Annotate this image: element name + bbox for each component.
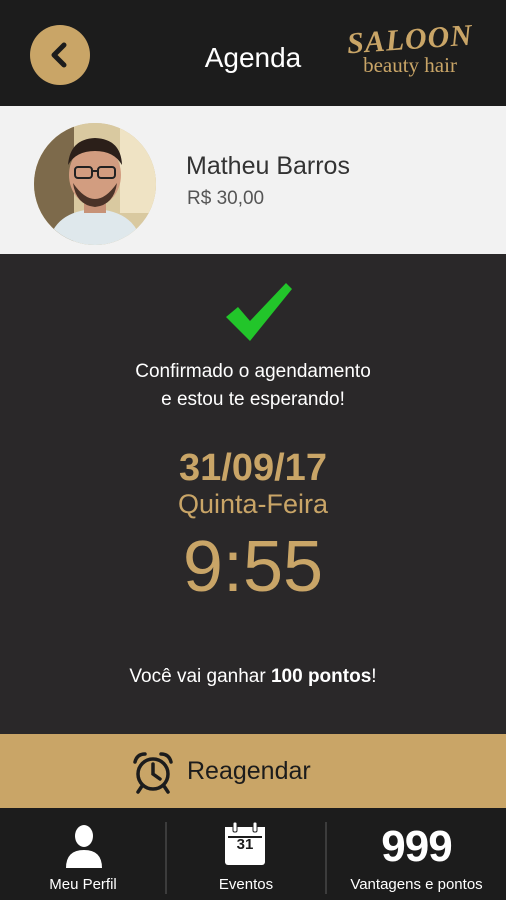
page-title: Agenda [204, 42, 302, 73]
chevron-left-icon [51, 42, 67, 68]
reschedule-button[interactable]: Reagendar [0, 734, 506, 808]
brand-logo: SALOON beauty hair [345, 19, 475, 88]
professional-card: Matheu Barros R$ 30,00 [0, 106, 506, 254]
tab-label-meu-perfil: Meu Perfil [49, 876, 117, 893]
reschedule-label: Reagendar [187, 757, 311, 785]
confirmation-line-2: e estou te esperando! [161, 389, 345, 410]
points-value: 100 pontos [270, 666, 372, 687]
calendar-icon: 31 [224, 822, 266, 866]
service-price: R$ 30,00 [187, 188, 265, 209]
confirmation-line-1: Confirmado o agendamento [135, 361, 371, 382]
confirmation-message: Confirmado o agendamento e estou te espe… [0, 358, 506, 414]
bottom-tab-bar: Meu Perfil 31 Eventos 999 Vantagens e po… [0, 808, 506, 900]
appointment-time: 9:55 [182, 527, 324, 607]
app-header: Agenda SALOON beauty hair [0, 0, 506, 106]
professional-name: Matheu Barros [186, 152, 350, 180]
appointment-weekday: Quinta-Feira [177, 489, 329, 519]
back-button[interactable] [30, 25, 90, 85]
alarm-clock-icon [133, 752, 173, 794]
tab-label-eventos: Eventos [218, 876, 274, 893]
tab-vantagens-e-pontos[interactable]: 999 Vantagens e pontos [327, 808, 506, 900]
points-balance: 999 [381, 822, 452, 871]
user-icon [66, 825, 102, 868]
tab-eventos[interactable]: 31 Eventos [166, 808, 326, 900]
avatar [34, 123, 156, 245]
tab-meu-perfil[interactable]: Meu Perfil [0, 808, 166, 900]
confirmation-panel: Confirmado o agendamento e estou te espe… [0, 254, 506, 734]
points-suffix: ! [371, 666, 377, 687]
points-prefix: Você vai ganhar [129, 666, 271, 687]
tab-label-vantagens: Vantagens e pontos [350, 876, 483, 893]
check-icon [226, 283, 292, 341]
appointment-date: 31/09/17 [179, 447, 327, 489]
calendar-day-number: 31 [236, 836, 254, 853]
points-message: Você vai ganhar 100 pontos! [0, 666, 506, 688]
